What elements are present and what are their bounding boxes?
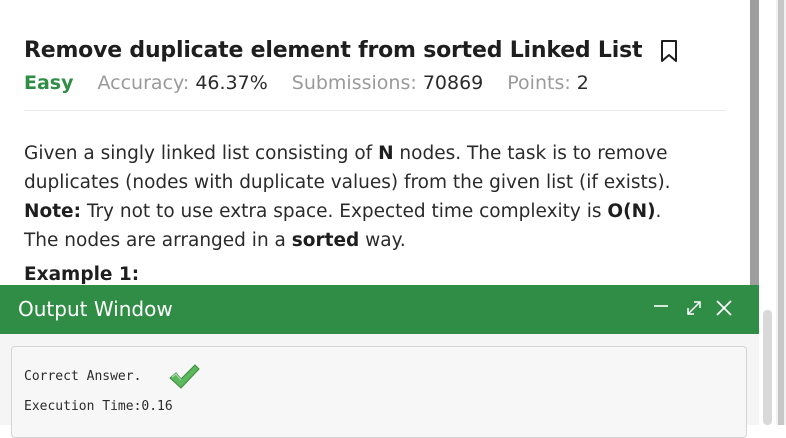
submissions-value: 70869 <box>422 72 484 94</box>
accuracy-stat: Accuracy: 46.37% <box>98 72 268 94</box>
submissions-label: Submissions: <box>291 72 417 94</box>
desc-text: Try not to use extra space. Expected tim… <box>80 201 608 222</box>
output-window-title: Output Window <box>18 297 173 321</box>
divider <box>24 110 726 111</box>
desc-text: way. <box>359 230 406 251</box>
output-console: Correct Answer. Execution Time:0.16 <box>11 346 747 438</box>
points-stat: Points: 2 <box>507 72 589 94</box>
right-pane-scrollbar[interactable] <box>763 310 772 425</box>
desc-text: The nodes are arranged in a <box>24 230 292 251</box>
problem-panel: Remove duplicate element from sorted Lin… <box>0 0 750 300</box>
output-window-header: Output Window <box>0 285 759 334</box>
execution-time-text: Execution Time:0.16 <box>24 399 173 414</box>
accuracy-label: Accuracy: <box>97 72 190 94</box>
minimize-icon[interactable] <box>650 295 672 321</box>
desc-bold: N <box>378 143 394 164</box>
desc-text: duplicates (nodes with duplicate values)… <box>24 172 671 193</box>
desc-bold: sorted <box>291 230 360 251</box>
desc-text: Given a singly linked list consisting of <box>24 143 379 164</box>
desc-line: Note: Try not to use extra space. Expect… <box>24 197 744 226</box>
problem-description: Given a singly linked list consisting of… <box>24 139 744 255</box>
checkmark-icon <box>168 362 200 392</box>
problem-meta: Easy Accuracy: 46.37% Submissions: 70869… <box>24 72 613 94</box>
accuracy-value: 46.37% <box>195 72 268 94</box>
desc-line: duplicates (nodes with duplicate values)… <box>24 168 744 197</box>
expand-icon[interactable] <box>682 295 706 321</box>
example-heading: Example 1: <box>24 264 140 285</box>
desc-text: nodes. The task is to remove <box>393 143 668 164</box>
difficulty-badge: Easy <box>24 72 74 94</box>
desc-text: . <box>655 201 662 222</box>
desc-line: The nodes are arranged in a sorted way. <box>24 226 744 255</box>
points-label: Points: <box>507 72 571 94</box>
submissions-stat: Submissions: 70869 <box>292 72 484 94</box>
result-text: Correct Answer. <box>24 369 142 384</box>
desc-line: Given a singly linked list consisting of… <box>24 139 744 168</box>
desc-bold: Note: <box>24 201 81 222</box>
output-window: Output Window Correct Answer. Execution … <box>0 285 759 438</box>
points-value: 2 <box>576 72 589 94</box>
close-icon[interactable] <box>712 295 736 321</box>
panel-divider[interactable] <box>750 0 759 300</box>
title-row: Remove duplicate element from sorted Lin… <box>24 38 678 63</box>
page-scrollbar-thumb[interactable] <box>778 0 784 425</box>
bookmark-icon[interactable] <box>660 39 678 63</box>
desc-bold: O(N) <box>607 201 656 222</box>
problem-title: Remove duplicate element from sorted Lin… <box>24 38 643 63</box>
